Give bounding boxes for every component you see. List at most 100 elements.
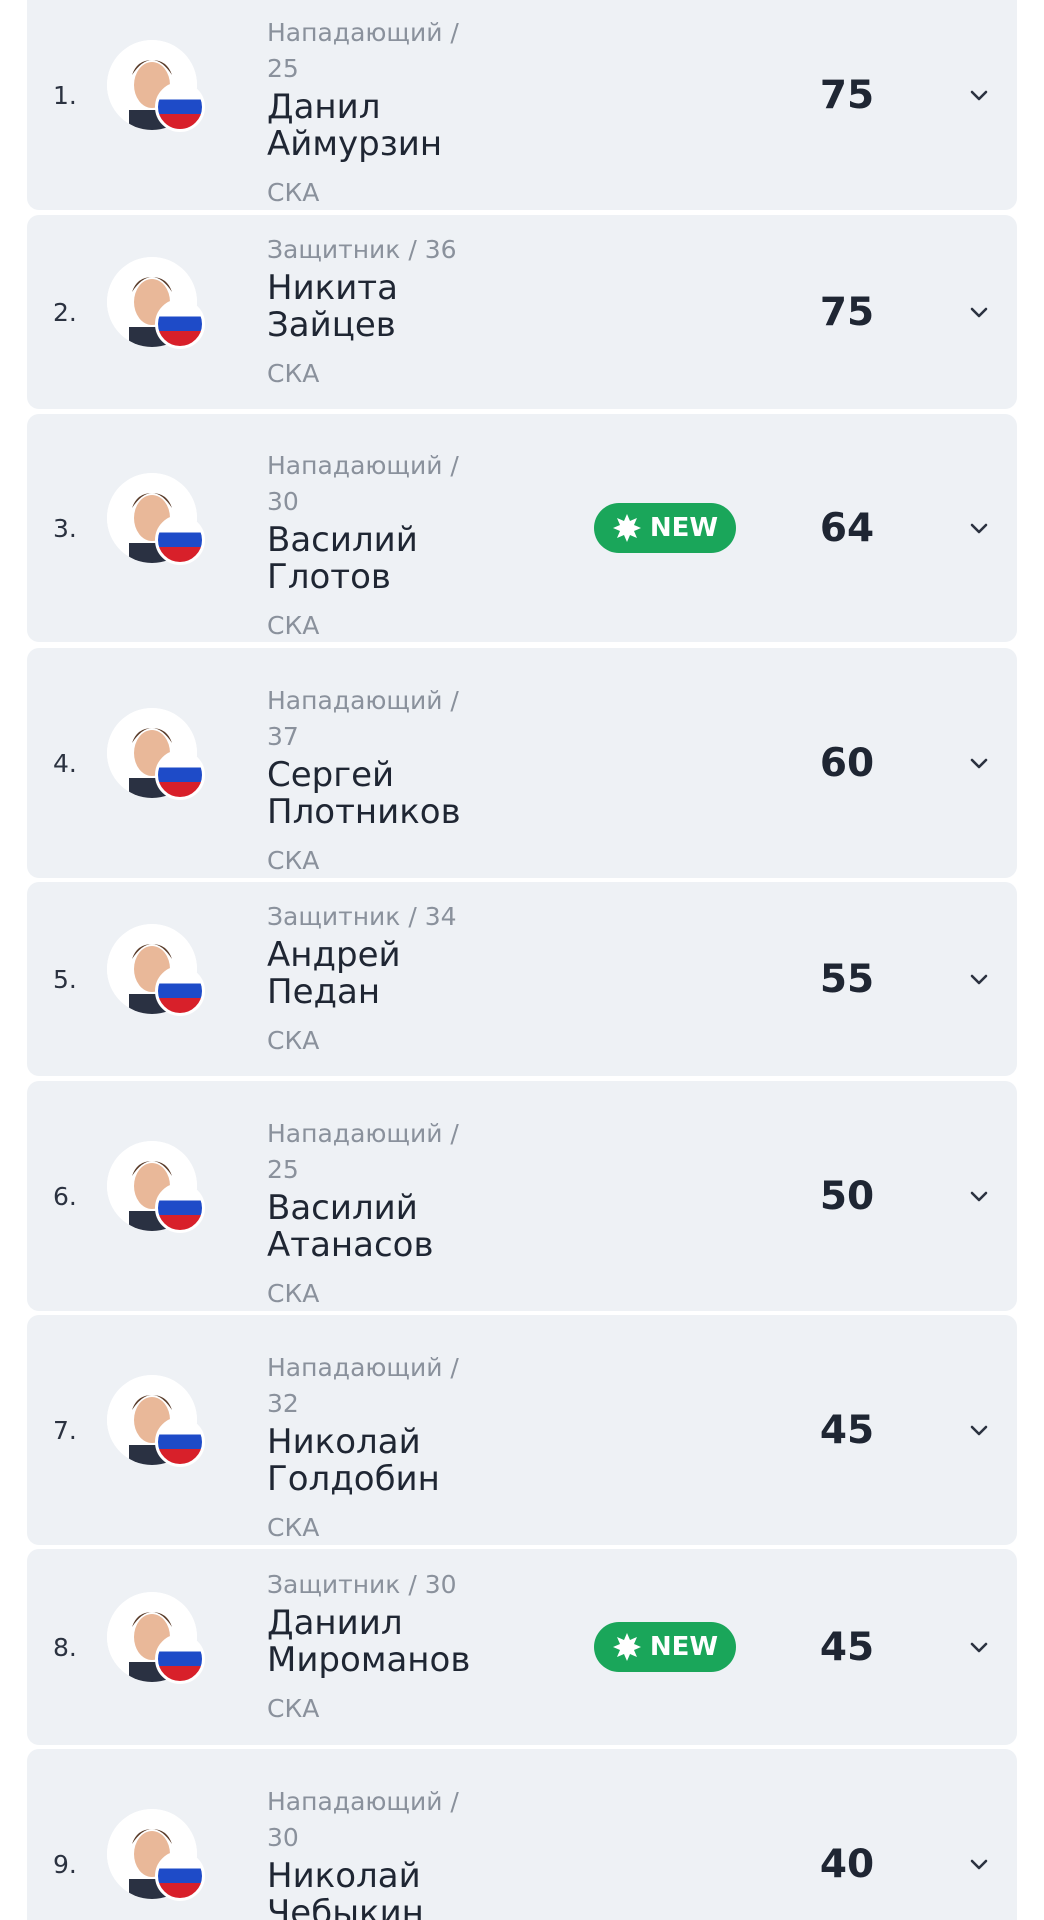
player-points: 50	[819, 1173, 875, 1219]
player-info: Нападающий / 25 Данил Аймурзин СКА	[267, 15, 487, 211]
russia-flag-icon	[155, 1851, 205, 1901]
player-name[interactable]: Данил Аймурзин	[267, 89, 487, 163]
russia-flag-icon	[155, 1634, 205, 1684]
player-team: СКА	[267, 1513, 320, 1542]
rank-number: 1.	[53, 80, 77, 110]
player-ranking-list: 1. Нападающий / 25 Данил Аймурзин СКА 75 2. Защ…	[0, 0, 1044, 1920]
player-team: СКА	[267, 1279, 320, 1308]
player-last-name: Мироманов	[267, 1640, 471, 1680]
player-points: 45	[819, 1624, 875, 1670]
player-first-name: Даниил	[267, 1603, 403, 1643]
player-name[interactable]: Василий Глотов	[267, 522, 487, 596]
player-first-name: Никита	[267, 268, 398, 308]
player-name[interactable]: Василий Атанасов	[267, 1190, 487, 1264]
new-badge: NEW	[594, 503, 736, 553]
rank-number: 7.	[53, 1415, 77, 1445]
player-card[interactable]: 2. Защитник / 36 Никита Зайцев СКА 75	[27, 215, 1017, 409]
player-card[interactable]: 6. Нападающий / 25 Василий Атанасов СКА 50	[27, 1081, 1017, 1311]
player-position: Нападающий / 37	[267, 686, 459, 751]
starburst-icon	[612, 514, 641, 542]
player-first-name: Сергей	[267, 755, 395, 795]
player-card[interactable]: 5. Защитник / 34 Андрей Педан СКА 55	[27, 882, 1017, 1076]
player-name[interactable]: Никита Зайцев	[267, 270, 487, 344]
player-last-name: Педан	[267, 972, 381, 1012]
avatar	[107, 1375, 217, 1485]
player-team: СКА	[267, 1694, 320, 1723]
russia-flag-icon	[155, 515, 205, 565]
player-points: 45	[819, 1407, 875, 1453]
chevron-down-icon[interactable]	[967, 1852, 991, 1876]
player-card[interactable]: 8. Защитник / 30 Даниил Мироманов СКА NEW 45	[27, 1549, 1017, 1745]
player-info: Нападающий / 32 Николай Голдобин СКА	[267, 1350, 487, 1546]
new-badge-label: NEW	[649, 513, 719, 543]
chevron-down-icon[interactable]	[967, 300, 991, 324]
russia-flag-icon	[155, 1417, 205, 1467]
player-card[interactable]: 7. Нападающий / 32 Николай Голдобин СКА 45	[27, 1315, 1017, 1545]
player-card[interactable]: 1. Нападающий / 25 Данил Аймурзин СКА 75	[27, 0, 1017, 210]
player-card[interactable]: 3. Нападающий / 30 Василий Глотов СКА NEW 64	[27, 414, 1017, 642]
player-last-name: Чебыкин	[267, 1893, 424, 1920]
chevron-down-icon[interactable]	[967, 751, 991, 775]
player-first-name: Василий	[267, 520, 418, 560]
player-name[interactable]: Николай Чебыкин	[267, 1858, 487, 1920]
new-badge: NEW	[594, 1622, 736, 1672]
chevron-down-icon[interactable]	[967, 1418, 991, 1442]
player-last-name: Зайцев	[267, 305, 396, 345]
player-team: СКА	[267, 359, 320, 388]
player-points: 60	[819, 740, 875, 786]
starburst-icon	[612, 1633, 641, 1661]
russia-flag-icon	[155, 299, 205, 349]
player-last-name: Голдобин	[267, 1459, 440, 1499]
player-name[interactable]: Андрей Педан	[267, 937, 487, 1011]
player-info: Нападающий / 30НиколайЧебыкинСКА	[267, 1784, 487, 1920]
player-position: Нападающий / 30	[267, 1787, 459, 1852]
player-last-name: Глотов	[267, 557, 391, 597]
player-info: Нападающий / 25 Василий Атанасов СКА	[267, 1116, 487, 1312]
player-card[interactable]: 4. Нападающий / 37 Сергей Плотников СКА 60	[27, 648, 1017, 878]
new-badge-label: NEW	[649, 1632, 719, 1662]
player-info: Защитник / 36 Никита Зайцев СКА	[267, 232, 487, 392]
player-points: 55	[819, 956, 875, 1002]
russia-flag-icon	[155, 750, 205, 800]
player-last-name: Аймурзин	[267, 124, 443, 164]
rank-number: 5.	[53, 964, 77, 994]
avatar	[107, 1141, 217, 1251]
rank-number: 3.	[53, 513, 77, 543]
player-name[interactable]: Николай Голдобин	[267, 1424, 487, 1498]
player-card[interactable]: 9. Нападающий / 30НиколайЧебыкинСКА 40	[27, 1749, 1017, 1920]
chevron-down-icon[interactable]	[967, 83, 991, 107]
player-first-name: Данил	[267, 87, 381, 127]
player-points: 75	[819, 72, 875, 118]
player-first-name: Андрей	[267, 935, 401, 975]
chevron-down-icon[interactable]	[967, 516, 991, 540]
player-position: Защитник / 34	[267, 902, 457, 931]
player-position: Нападающий / 25	[267, 18, 459, 83]
chevron-down-icon[interactable]	[967, 967, 991, 991]
russia-flag-icon	[155, 82, 205, 132]
chevron-down-icon[interactable]	[967, 1635, 991, 1659]
player-team: СКА	[267, 846, 320, 875]
player-position: Защитник / 30	[267, 1570, 457, 1599]
player-info: Защитник / 34 Андрей Педан СКА	[267, 899, 487, 1059]
chevron-down-icon[interactable]	[967, 1184, 991, 1208]
avatar	[107, 257, 217, 367]
rank-number: 8.	[53, 1632, 77, 1662]
player-name[interactable]: Сергей Плотников	[267, 757, 487, 831]
player-position: Нападающий / 32	[267, 1353, 459, 1418]
player-last-name: Атанасов	[267, 1225, 434, 1265]
player-first-name: Николай	[267, 1422, 421, 1462]
rank-number: 6.	[53, 1181, 77, 1211]
avatar	[107, 1592, 217, 1702]
rank-number: 2.	[53, 297, 77, 327]
player-info: Защитник / 30 Даниил Мироманов СКА	[267, 1567, 487, 1727]
rank-number: 4.	[53, 748, 77, 778]
player-position: Нападающий / 25	[267, 1119, 459, 1184]
rank-number: 9.	[53, 1849, 77, 1879]
player-first-name: Василий	[267, 1188, 418, 1228]
player-info: Нападающий / 30 Василий Глотов СКА	[267, 448, 487, 644]
russia-flag-icon	[155, 1183, 205, 1233]
player-points: 64	[819, 505, 875, 551]
player-name[interactable]: Даниил Мироманов	[267, 1605, 487, 1679]
player-last-name: Плотников	[267, 792, 461, 832]
player-info: Нападающий / 37 Сергей Плотников СКА	[267, 683, 487, 879]
